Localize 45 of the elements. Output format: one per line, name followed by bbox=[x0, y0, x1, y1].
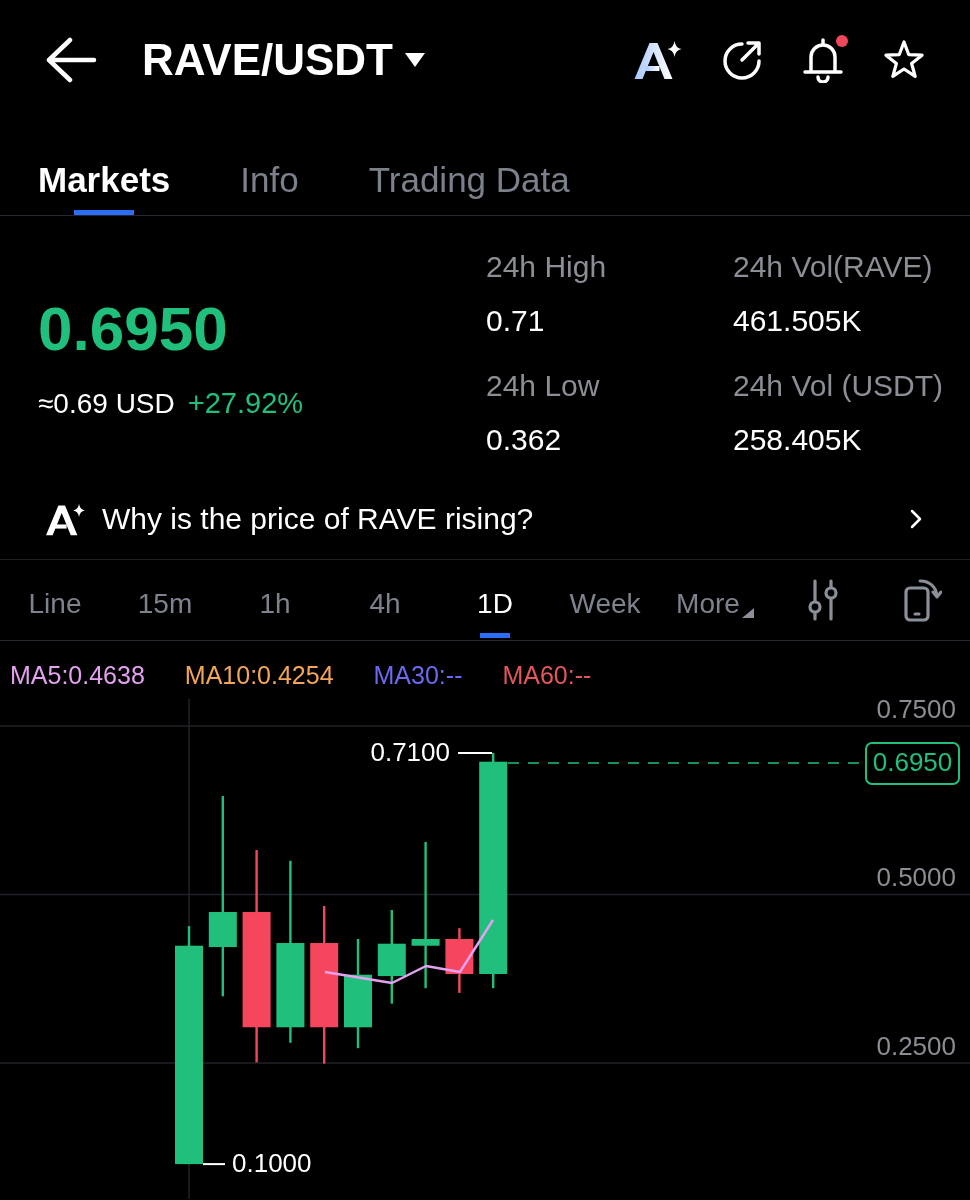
stat-value: 0.71 bbox=[486, 303, 546, 339]
interval-tab[interactable]: 1h bbox=[220, 560, 330, 640]
tab[interactable]: Trading Data bbox=[368, 120, 570, 215]
moving-average-legend: MA30:-- bbox=[373, 657, 463, 693]
insight-link[interactable]: Why is the price of RAVE rising? bbox=[0, 479, 970, 560]
caret-icon bbox=[741, 608, 754, 618]
low-price-label: 0.1000 bbox=[232, 1147, 312, 1178]
leader-line bbox=[202, 1163, 226, 1166]
more-menu[interactable]: More bbox=[660, 560, 770, 640]
moving-average-legend: MA5:0.4638 bbox=[10, 657, 145, 693]
back-arrow-icon[interactable] bbox=[45, 37, 97, 83]
stat-value: 258.405K bbox=[733, 422, 863, 458]
caret-icon bbox=[405, 53, 425, 67]
phone-rotate-icon[interactable] bbox=[904, 578, 942, 622]
interval-tab[interactable]: 15m bbox=[110, 560, 220, 640]
sliders-icon[interactable] bbox=[807, 579, 839, 621]
moving-average-legend: MA10:0.4254 bbox=[184, 657, 334, 693]
ai-sparkle-icon[interactable] bbox=[633, 40, 682, 80]
moving-average-legend: MA60:-- bbox=[502, 657, 592, 693]
interval-tab[interactable]: Line bbox=[0, 560, 110, 640]
bell-icon[interactable] bbox=[802, 37, 844, 83]
chevron-right-icon bbox=[910, 509, 922, 529]
stat-value: 0.362 bbox=[486, 422, 563, 458]
interval-tab[interactable]: 4h bbox=[330, 560, 440, 640]
last-price: 0.6950 bbox=[38, 294, 229, 364]
price-change: +27.92% bbox=[187, 386, 304, 421]
stat-label: 24h Vol(RAVE) bbox=[733, 249, 934, 285]
axis-label: 0.2500 bbox=[876, 1030, 956, 1061]
pair-selector[interactable]: RAVE/USDT bbox=[142, 35, 425, 85]
interval-tab[interactable]: Week bbox=[550, 560, 660, 640]
leader-line bbox=[457, 751, 493, 754]
axis-label: 0.7500 bbox=[876, 693, 956, 724]
stat-value: 461.505K bbox=[733, 303, 863, 339]
star-icon[interactable] bbox=[883, 39, 925, 81]
stat-label: 24h High bbox=[486, 249, 608, 285]
share-icon[interactable] bbox=[721, 39, 763, 81]
tab[interactable]: Info bbox=[240, 120, 299, 215]
candlestick bbox=[445, 928, 474, 993]
axis-label: 0.5000 bbox=[876, 862, 956, 893]
high-price-label: 0.7100 bbox=[370, 736, 450, 767]
stat-label: 24h Low bbox=[486, 368, 601, 404]
usd-value: ≈0.69 USD bbox=[38, 387, 175, 421]
stat-label: 24h Vol (USDT) bbox=[733, 368, 944, 404]
price-tag: 0.6950 bbox=[865, 742, 960, 786]
ai-sparkle-icon bbox=[45, 502, 85, 536]
